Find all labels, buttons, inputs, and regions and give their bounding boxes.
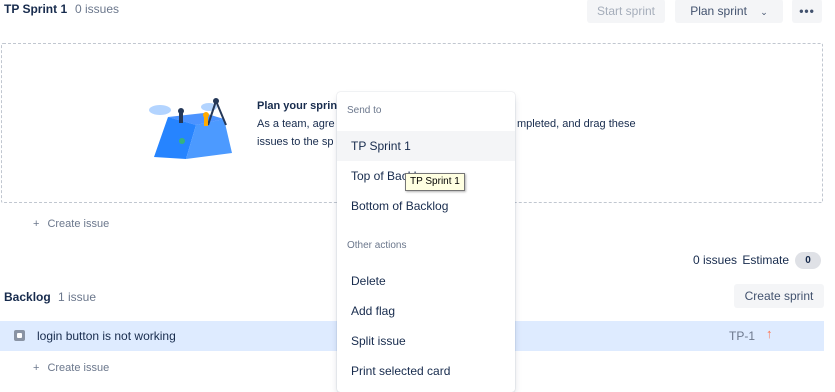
sprint-title: TP Sprint 1 (4, 2, 68, 16)
sprint-create-issue[interactable]: + Create issue (33, 218, 109, 230)
backlog-title: Backlog (4, 290, 51, 304)
summary-issue-count: 0 issues (693, 253, 738, 267)
menu-item-add-flag[interactable]: Add flag (337, 296, 515, 326)
start-sprint-button[interactable]: Start sprint (587, 0, 665, 23)
backlog-issue-count: 1 issue (58, 290, 97, 304)
create-sprint-button[interactable]: Create sprint (734, 284, 824, 308)
issue-context-menu: Send to TP Sprint 1 Top of Backlog Botto… (337, 92, 515, 392)
menu-item-delete[interactable]: Delete (337, 266, 515, 296)
more-actions-button[interactable]: ••• (792, 0, 822, 23)
create-issue-label: Create issue (47, 218, 110, 230)
backlog-summary: 0 issues Estimate (693, 253, 789, 267)
empty-sprint-text-line2: issues to the sp (257, 136, 334, 148)
menu-group-other-actions: Other actions (347, 240, 407, 251)
menu-item-bottom-of-backlog[interactable]: Bottom of Backlog (337, 191, 515, 221)
backlog-create-issue[interactable]: + Create issue (33, 362, 109, 374)
chevron-down-icon: ⌄ (760, 7, 768, 17)
plan-sprint-button[interactable]: Plan sprint ⌄ (675, 0, 783, 23)
create-issue-label: Create issue (47, 362, 110, 374)
empty-sprint-text-tail: mpleted, and drag these (517, 118, 636, 130)
plan-sprint-label: Plan sprint (690, 4, 747, 18)
issue-key[interactable]: TP-1 (729, 329, 755, 343)
estimate-badge: 0 (795, 252, 821, 269)
menu-item-send-to-sprint[interactable]: TP Sprint 1 (337, 131, 515, 161)
menu-item-split-issue[interactable]: Split issue (337, 326, 515, 356)
issue-summary: login button is not working (37, 329, 176, 343)
plus-icon: + (33, 362, 40, 374)
summary-estimate-label: Estimate (742, 253, 790, 267)
plus-icon: + (33, 218, 40, 230)
issue-type-icon (14, 330, 25, 341)
empty-sprint-text: As a team, agre (257, 118, 335, 130)
menu-group-send-to: Send to (347, 105, 382, 116)
tooltip: TP Sprint 1 (405, 173, 465, 191)
arrow-up-icon: ↑ (766, 326, 773, 341)
sprint-issue-count: 0 issues (75, 2, 120, 16)
menu-item-print-card[interactable]: Print selected card (337, 356, 515, 386)
empty-sprint-heading: Plan your sprin (257, 100, 338, 112)
planning-map-illustration (149, 98, 232, 159)
